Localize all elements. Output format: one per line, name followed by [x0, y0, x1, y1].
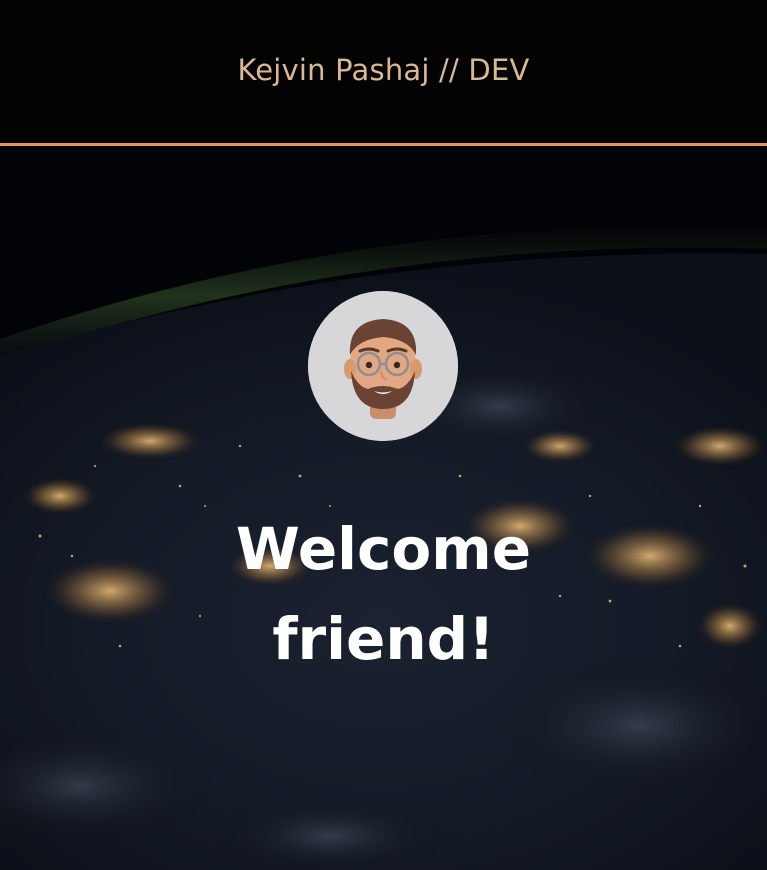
welcome-heading: Welcome friend!	[0, 504, 767, 684]
welcome-line-1: Welcome	[235, 515, 532, 583]
page: Kejvin Pashaj // DEV Welcome friend!	[0, 0, 767, 870]
site-brand[interactable]: Kejvin Pashaj // DEV	[237, 53, 529, 87]
welcome-line-2: friend!	[272, 605, 495, 673]
memoji-avatar-icon	[308, 291, 458, 441]
avatar	[308, 291, 458, 441]
site-header: Kejvin Pashaj // DEV	[0, 0, 767, 146]
hero-section: Welcome friend!	[0, 146, 767, 870]
